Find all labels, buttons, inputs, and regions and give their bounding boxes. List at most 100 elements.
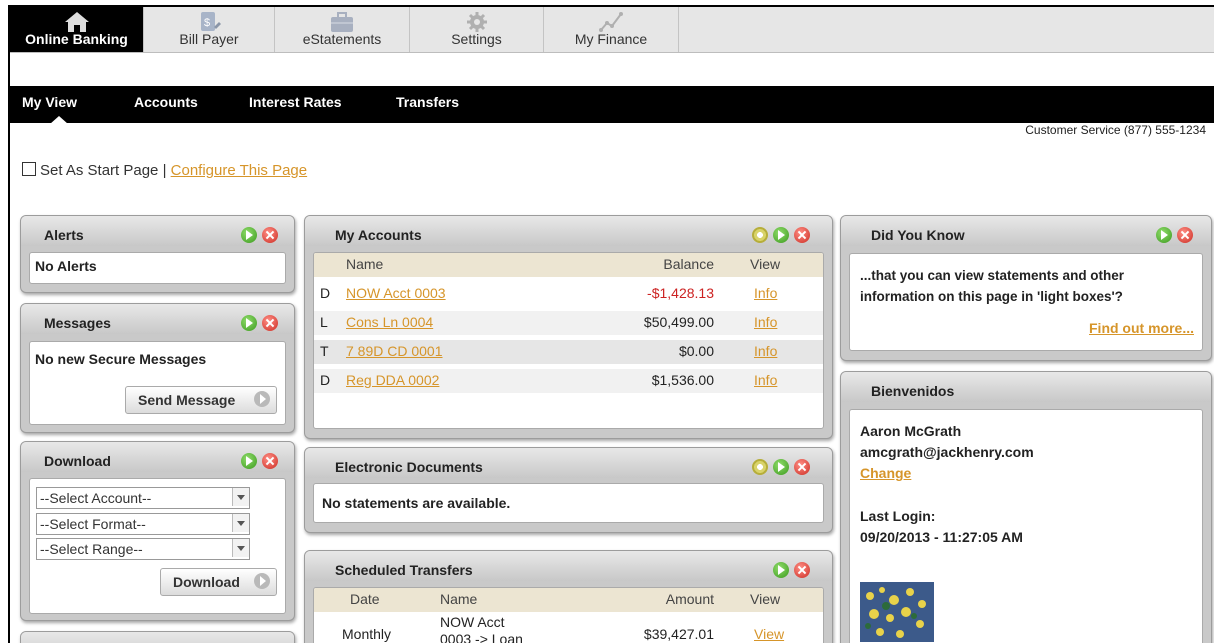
- tip-line-1: ...that you can view statements and othe…: [860, 268, 1125, 283]
- panel-body: No statements are available.: [313, 483, 824, 523]
- tip-line-2: information on this page in 'light boxes…: [860, 289, 1123, 304]
- panel-body: --Select Account-- --Select Format-- --S…: [29, 478, 286, 614]
- alerts-panel: Alerts No Alerts: [20, 215, 295, 293]
- account-info-link[interactable]: Info: [754, 343, 777, 359]
- button-label: Send Message: [138, 392, 236, 408]
- table-row: D NOW Acct 0003 -$1,428.13 Info: [314, 282, 823, 306]
- start-page-row: Set As Start Page | Configure This Page: [22, 162, 307, 179]
- button-label: Download: [173, 574, 240, 590]
- account-info-link[interactable]: Info: [754, 372, 777, 388]
- account-balance: $1,536.00: [651, 372, 714, 388]
- expand-icon[interactable]: [773, 459, 789, 475]
- expand-icon[interactable]: [1156, 227, 1172, 243]
- close-icon[interactable]: [262, 315, 278, 331]
- subnav-accounts[interactable]: Accounts: [134, 94, 198, 110]
- tab-my-finance[interactable]: My Finance: [544, 7, 679, 52]
- welcome-panel: Bienvenidos Aaron McGrath amcgrath@jackh…: [840, 371, 1212, 643]
- table-row: Monthly NOW Acct 0003 -> Loan $39,427.01…: [314, 614, 823, 643]
- format-select[interactable]: --Select Format--: [36, 513, 250, 535]
- bill-icon: $: [201, 12, 221, 31]
- user-email: amcgrath@jackhenry.com: [860, 444, 1034, 460]
- did-you-know-panel: Did You Know ...that you can view statem…: [840, 215, 1212, 361]
- range-select[interactable]: --Select Range--: [36, 538, 250, 560]
- home-icon: [64, 12, 89, 32]
- transfer-amount: $39,427.01: [643, 626, 714, 642]
- close-icon[interactable]: [794, 227, 810, 243]
- chevron-down-icon: [232, 514, 249, 532]
- header-balance: Balance: [663, 256, 714, 272]
- alerts-text: No Alerts: [35, 258, 97, 274]
- briefcase-icon: [331, 12, 353, 32]
- panel-body: No new Secure Messages Send Message: [29, 341, 286, 425]
- table-row: L Cons Ln 0004 $50,499.00 Info: [314, 311, 823, 335]
- tab-label: eStatements: [302, 31, 382, 47]
- chart-line-icon: [599, 12, 623, 32]
- select-value: --Select Account--: [40, 490, 152, 506]
- tab-estatements[interactable]: eStatements: [275, 7, 410, 52]
- tab-bill-payer[interactable]: $ Bill Payer: [144, 7, 275, 52]
- subnav-transfers[interactable]: Transfers: [396, 94, 459, 110]
- subnav-interest-rates[interactable]: Interest Rates: [249, 94, 342, 110]
- account-info-link[interactable]: Info: [754, 314, 777, 330]
- tab-online-banking[interactable]: Online Banking: [10, 7, 144, 52]
- last-login-date: 09/20/2013 -: [860, 529, 943, 545]
- account-name-link[interactable]: NOW Acct 0003: [346, 285, 446, 301]
- find-out-more-link[interactable]: Find out more...: [1089, 320, 1194, 336]
- customer-service: Customer Service (877) 555-1234: [1025, 123, 1206, 137]
- expand-icon[interactable]: [241, 315, 257, 331]
- download-button[interactable]: Download: [160, 568, 277, 596]
- my-accounts-panel: My Accounts Name Balance View D NOW Acct…: [304, 215, 833, 439]
- transfer-name-line2: 0003 -> Loan: [440, 631, 523, 643]
- tab-settings[interactable]: Settings: [410, 7, 544, 52]
- panel-title: My Accounts: [335, 227, 422, 243]
- start-page-checkbox[interactable]: [22, 162, 36, 176]
- expand-icon[interactable]: [773, 227, 789, 243]
- account-name-link[interactable]: Reg DDA 0002: [346, 372, 439, 388]
- settings-gear-icon[interactable]: [752, 227, 768, 243]
- partial-panel: [20, 631, 295, 643]
- sub-nav: My View Accounts Interest Rates Transfer…: [10, 86, 1214, 124]
- settings-gear-icon[interactable]: [752, 459, 768, 475]
- arrow-right-icon: [254, 573, 270, 589]
- close-icon[interactable]: [794, 562, 810, 578]
- account-select[interactable]: --Select Account--: [36, 487, 250, 509]
- account-name-link[interactable]: 7 89D CD 0001: [346, 343, 443, 359]
- account-type: L: [320, 314, 328, 330]
- download-panel: Download --Select Account-- --Select For…: [20, 441, 295, 621]
- edocs-text: No statements are available.: [322, 495, 511, 511]
- account-balance: -$1,428.13: [647, 285, 714, 301]
- account-name-link[interactable]: Cons Ln 0004: [346, 314, 433, 330]
- header-view: View: [750, 256, 781, 272]
- transfer-name-line1: NOW Acct: [440, 614, 505, 630]
- subnav-my-view[interactable]: My View: [22, 94, 77, 110]
- tab-label: Online Banking: [25, 31, 128, 47]
- account-info-link[interactable]: Info: [754, 285, 777, 301]
- close-icon[interactable]: [794, 459, 810, 475]
- transfer-view-link[interactable]: View: [754, 626, 784, 642]
- table-row: T 7 89D CD 0001 $0.00 Info: [314, 340, 823, 364]
- panel-body: ...that you can view statements and othe…: [849, 253, 1203, 351]
- change-link[interactable]: Change: [860, 465, 911, 481]
- expand-icon[interactable]: [241, 453, 257, 469]
- transfer-date: Monthly: [342, 626, 392, 642]
- header-date: Date: [350, 591, 380, 607]
- send-message-button[interactable]: Send Message: [125, 386, 277, 414]
- table-row: D Reg DDA 0002 $1,536.00 Info: [314, 369, 823, 393]
- messages-panel: Messages No new Secure Messages Send Mes…: [20, 303, 295, 433]
- expand-icon[interactable]: [241, 227, 257, 243]
- chevron-down-icon: [232, 539, 249, 557]
- panel-body: Date Name Amount View Monthly NOW Acct 0…: [313, 587, 824, 643]
- configure-page-link[interactable]: Configure This Page: [171, 162, 307, 179]
- close-icon[interactable]: [1177, 227, 1193, 243]
- close-icon[interactable]: [262, 453, 278, 469]
- scheduled-transfers-panel: Scheduled Transfers Date Name Amount Vie…: [304, 550, 833, 643]
- close-icon[interactable]: [262, 227, 278, 243]
- table-header: Date Name Amount View: [314, 588, 823, 612]
- panel-body: Name Balance View D NOW Acct 0003 -$1,42…: [313, 252, 824, 429]
- account-type: T: [320, 343, 329, 359]
- browser-frame: Online Banking $ Bill Payer eStatements …: [8, 5, 1214, 643]
- expand-icon[interactable]: [773, 562, 789, 578]
- panel-body: No Alerts: [29, 252, 286, 284]
- table-header: Name Balance View: [314, 253, 823, 277]
- select-value: --Select Range--: [40, 541, 143, 557]
